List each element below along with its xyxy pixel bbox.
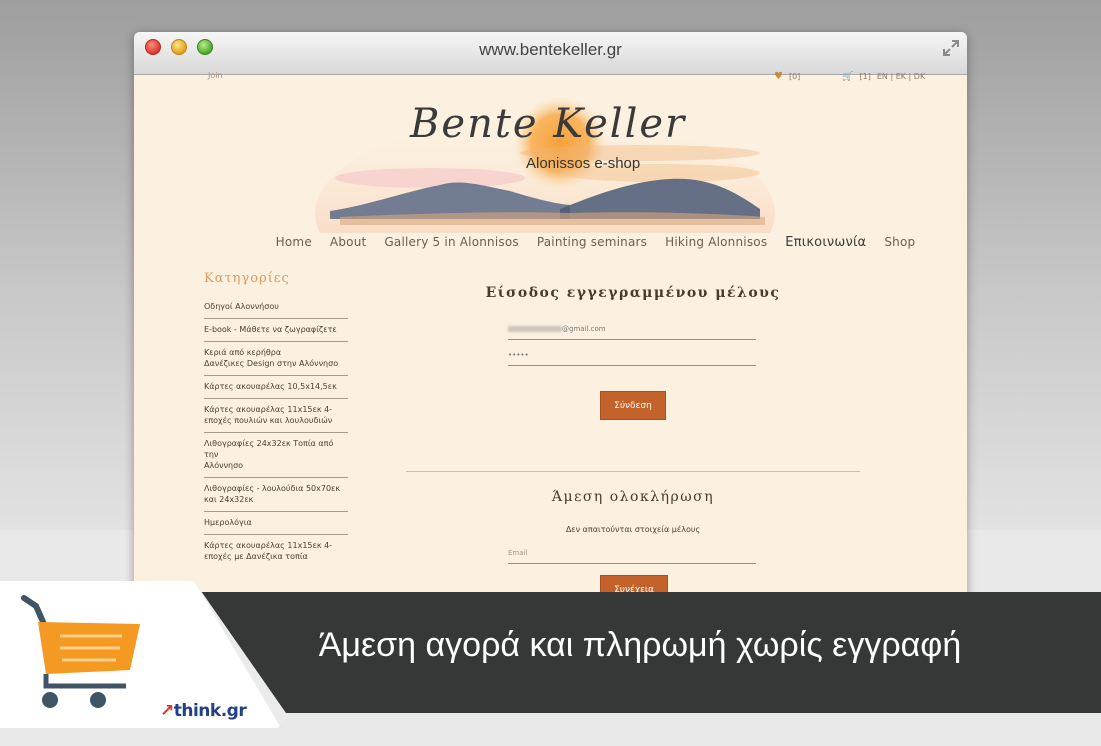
topbar-utilities: ♥ [0] 🛒 [1] EN | EK | DK (774, 71, 925, 82)
wishlist-count[interactable]: [0] (789, 72, 800, 81)
expand-icon[interactable] (941, 38, 961, 58)
categories-sidebar: Κατηγορίες Οδηγοί Αλοννήσου E-book - Μάθ… (204, 271, 348, 568)
main-navigation: Home About Gallery 5 in Alonnisos Painti… (134, 235, 967, 250)
nav-gallery[interactable]: Gallery 5 in Alonnisos (384, 235, 518, 250)
quick-checkout-title: Άμεση ολοκλήρωση (551, 489, 715, 505)
cart-count[interactable]: [1] (860, 72, 871, 81)
browser-titlebar: www.bentekeller.gr (134, 32, 967, 75)
guest-email-field[interactable]: Email (508, 549, 756, 564)
address-url[interactable]: www.bentekeller.gr (134, 40, 967, 60)
category-item[interactable]: Οδηγοί Αλοννήσου (204, 296, 348, 319)
login-button[interactable]: Σύνδεση (600, 391, 666, 420)
category-item[interactable]: Κεριά από κερήθρα Δανέζικες Design στην … (204, 342, 348, 376)
checkout-panel: Είσοδος εγγεγραμμένου μέλους @gmail.com … (406, 285, 860, 604)
think-gr-logo-text: think.gr (173, 701, 247, 721)
nav-home[interactable]: Home (276, 235, 312, 250)
category-item[interactable]: Λιθογραφίες - λουλούδια 50x70εκ και 24x3… (204, 478, 348, 512)
email-placeholder: Email (508, 549, 528, 557)
website: Join ♥ [0] 🛒 [1] EN | EK | DK Bente Kell… (134, 71, 967, 632)
logo-subtitle: Alonissos e-shop (526, 155, 641, 172)
password-value: ••••• (508, 351, 529, 359)
promo-banner-text: Άμεση αγορά και πληρωμή χωρίς εγγραφή (318, 626, 962, 664)
join-link[interactable]: Join (208, 71, 223, 80)
logo-signature[interactable]: Bente Keller (410, 101, 686, 147)
shopping-cart-icon (21, 595, 140, 708)
category-item[interactable]: Λιθογραφίες 24x32εκ Τοπία από την Αλόννη… (204, 433, 348, 478)
email-value: @gmail.com (562, 325, 606, 333)
browser-window: www.bentekeller.gr Join ♥ [0] 🛒 [1] EN |… (134, 32, 967, 632)
category-item[interactable]: Ημερολόγια (204, 512, 348, 535)
blurred-email-prefix (508, 326, 562, 332)
cart-icon[interactable]: 🛒 (842, 72, 853, 82)
nav-painting-seminars[interactable]: Painting seminars (537, 235, 647, 250)
quick-checkout-subtitle: Δεν απαιτούνται στοιχεία μέλους (565, 525, 701, 534)
think-gr-logo[interactable]: ↗think.gr (160, 701, 247, 721)
email-field[interactable]: @gmail.com (508, 325, 756, 340)
section-divider (406, 471, 860, 472)
nav-hiking[interactable]: Hiking Alonnisos (665, 235, 767, 250)
password-field[interactable]: ••••• (508, 351, 756, 366)
nav-about[interactable]: About (330, 235, 366, 250)
category-item[interactable]: E-book - Μάθετε να ζωγραφίζετε (204, 319, 348, 342)
category-item[interactable]: Κάρτες ακουαρέλας 11x15εκ 4- εποχές πουλ… (204, 399, 348, 433)
category-item[interactable]: Κάρτες ακουαρέλας 10,5x14,5εκ (204, 376, 348, 399)
categories-title: Κατηγορίες (204, 271, 290, 286)
category-item[interactable]: Κάρτες ακουαρέλας 11x15εκ 4- εποχές με Δ… (204, 535, 348, 568)
language-switcher[interactable]: EN | EK | DK (877, 72, 925, 81)
login-title: Είσοδος εγγεγραμμένου μέλους (485, 285, 781, 301)
nav-contact[interactable]: Επικοινωνία (785, 235, 866, 250)
nav-shop[interactable]: Shop (884, 235, 915, 250)
wishlist-heart-icon[interactable]: ♥ (774, 71, 783, 82)
